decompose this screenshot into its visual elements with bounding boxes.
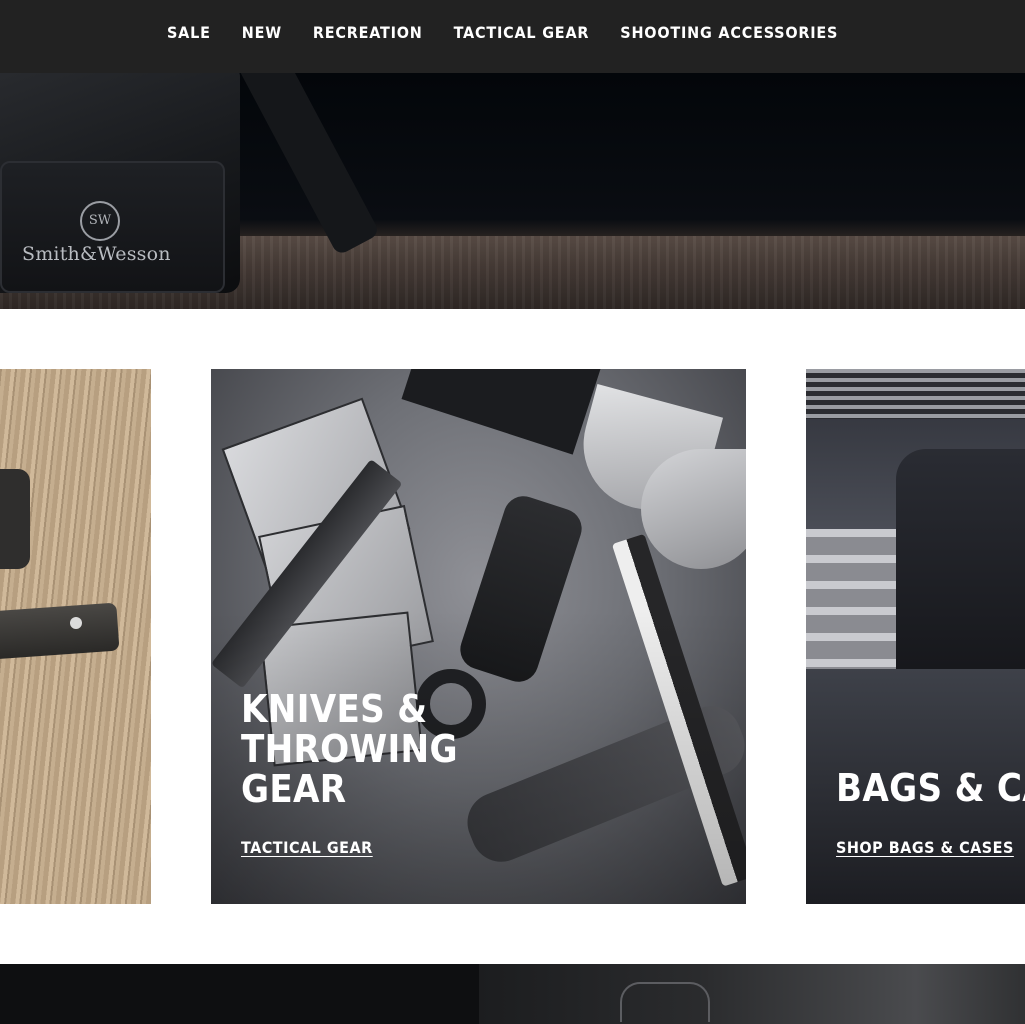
card-overlay-shade <box>211 369 746 904</box>
emblem-icon <box>620 982 710 1022</box>
top-navigation: SALE NEW RECREATION TACTICAL GEAR SHOOTI… <box>0 0 1025 73</box>
category-card-bags[interactable]: BAGS & CASES SHOP BAGS & CASES <box>806 369 1025 904</box>
nav-link-sale[interactable]: SALE <box>167 22 211 44</box>
backpack-image <box>896 449 1025 689</box>
card-link-tactical-gear[interactable]: TACTICAL GEAR <box>241 838 373 857</box>
bottom-banner-right-image <box>479 964 1025 1024</box>
nav-item-sale: SALE <box>167 22 211 44</box>
card-title-bags: BAGS & CASES <box>836 766 1025 810</box>
nav-link-new[interactable]: NEW <box>242 22 282 44</box>
category-card-left[interactable] <box>0 369 151 904</box>
nav-item-recreation: RECREATION <box>313 22 423 44</box>
nav-link-recreation[interactable]: RECREATION <box>313 22 423 44</box>
window-blinds-image <box>806 369 1025 419</box>
smith-wesson-logo-icon: SW <box>80 201 120 241</box>
hero-banner-image: SW Smith&Wesson <box>0 73 1025 309</box>
nav-menu: SALE NEW RECREATION TACTICAL GEAR SHOOTI… <box>167 22 838 44</box>
nav-item-tactical-gear: TACTICAL GEAR <box>454 22 590 44</box>
pocket-knife-image <box>0 602 120 660</box>
nav-link-tactical-gear[interactable]: TACTICAL GEAR <box>454 22 590 44</box>
knife-pivot-pin <box>70 617 82 629</box>
folding-knife-image <box>0 469 30 569</box>
nav-item-shooting-accessories: SHOOTING ACCESSORIES <box>620 22 838 44</box>
nav-item-new: NEW <box>242 22 282 44</box>
bottom-banner-image <box>0 964 1025 1024</box>
card-link-shop-bags[interactable]: SHOP BAGS & CASES <box>836 838 1014 857</box>
card-title-knives: KNIVES & THROWING GEAR <box>241 687 458 811</box>
nav-link-shooting-accessories[interactable]: SHOOTING ACCESSORIES <box>620 22 838 44</box>
hero-bag-strap <box>230 73 381 257</box>
category-card-knives[interactable]: KNIVES & THROWING GEAR TACTICAL GEAR <box>211 369 746 904</box>
hero-brand-text: Smith&Wesson <box>22 243 171 265</box>
